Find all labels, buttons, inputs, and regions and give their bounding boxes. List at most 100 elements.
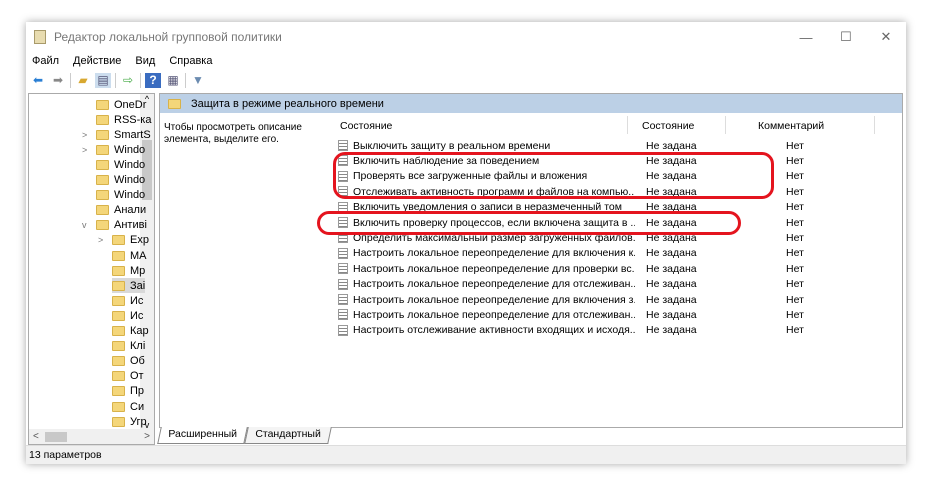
menu-help[interactable]: Справка	[169, 55, 212, 67]
maximize-button[interactable]: ☐	[826, 22, 866, 52]
folder-icon	[112, 326, 125, 336]
policy-setting-icon	[338, 247, 348, 259]
policy-comment: Нет	[786, 201, 804, 214]
folder-icon	[96, 159, 109, 170]
back-icon[interactable]: ⬅	[30, 73, 46, 88]
tree-item[interactable]: OneDr	[96, 97, 146, 112]
policy-setting-icon	[338, 309, 348, 321]
tree-item[interactable]: Антиві v	[82, 218, 147, 233]
up-folder-icon[interactable]: ▰	[75, 73, 91, 88]
policy-comment: Нет	[786, 185, 804, 198]
show-hide-tree-icon[interactable]: ▤	[95, 72, 111, 88]
policy-state: Не задана	[646, 308, 697, 321]
policy-row[interactable]: Настроить отслеживание активности входящ…	[338, 323, 898, 338]
tree-item-label: Ис	[130, 309, 144, 322]
policy-name: Настроить локальное переопределение для …	[353, 308, 635, 321]
help-icon[interactable]: ?	[145, 72, 161, 88]
tree-item[interactable]: Об	[112, 354, 145, 369]
menu-action[interactable]: Действие	[73, 55, 121, 67]
expand-toggle-icon[interactable]: >	[82, 145, 87, 155]
menu-view[interactable]: Вид	[135, 55, 155, 67]
tree-item[interactable]: Windo	[96, 188, 145, 203]
policy-row[interactable]: Выключить защиту в реальном времени Не за…	[338, 138, 898, 153]
folder-icon	[112, 386, 125, 397]
extended-view-icon[interactable]: ▦	[165, 73, 181, 88]
tree-item[interactable]: MA	[112, 248, 147, 263]
close-button[interactable]: ✕	[866, 22, 906, 52]
expand-toggle-icon[interactable]: >	[82, 130, 87, 140]
policy-row[interactable]: Настроить локальное переопределение для …	[338, 307, 898, 322]
policy-list-pane: Защита в режиме реального времени Чтобы …	[159, 93, 903, 428]
minimize-button[interactable]: —	[786, 22, 826, 52]
tree-item[interactable]: Exp >	[98, 233, 149, 248]
policy-state: Не задана	[646, 278, 697, 291]
tab-extended[interactable]: Расширенный	[157, 427, 248, 444]
expand-toggle-icon[interactable]: >	[98, 235, 103, 245]
tree-item[interactable]: Windo	[96, 157, 145, 172]
policy-setting-icon	[338, 294, 348, 305]
column-header-state[interactable]: Состояние	[642, 120, 694, 132]
policy-comment: Нет	[786, 231, 804, 244]
tree-item[interactable]: Windo >	[82, 142, 146, 157]
policy-row[interactable]: Настроить локальное переопределение для …	[338, 277, 898, 292]
filter-icon[interactable]: ▼	[190, 73, 206, 88]
policy-row[interactable]: Настроить локальное переопределение для …	[338, 261, 898, 276]
menu-file[interactable]: Файл	[32, 55, 59, 67]
tree-item[interactable]: Ис	[112, 308, 143, 323]
column-header-name[interactable]: Состояние	[340, 120, 392, 132]
policy-row[interactable]: Настроить локальное переопределение для …	[338, 246, 898, 261]
column-header-comment[interactable]: Комментарий	[758, 120, 824, 132]
toolbar: ⬅ ➡ ▰ ▤ ⇨ ? ▦ ▼	[26, 70, 906, 90]
tree-item[interactable]: Заі	[112, 278, 146, 294]
tree-item[interactable]: Ис	[112, 293, 143, 308]
policy-state: Не задана	[646, 247, 697, 260]
tree-item[interactable]: Пр	[112, 384, 144, 399]
policy-comment: Нет	[786, 139, 804, 152]
tree-item[interactable]: Клі	[112, 339, 145, 354]
policy-name: Настроить отслеживание активности входящ…	[353, 324, 635, 337]
tree-item[interactable]: RSS-ка	[96, 112, 151, 127]
policy-setting-icon	[338, 324, 348, 336]
tree-item-label: OneDr	[114, 98, 147, 111]
tree-item-label: Windo	[114, 143, 146, 156]
description-text: Чтобы просмотреть описание элемента, выд…	[164, 122, 302, 145]
folder-icon	[112, 416, 125, 427]
policy-setting-icon	[338, 263, 348, 275]
tree-item-label: Windo	[114, 189, 146, 202]
folder-icon	[96, 129, 109, 140]
tree-item[interactable]: Си	[112, 399, 144, 414]
tree-item[interactable]: Кар	[112, 324, 149, 339]
policy-name: Настроить локальное переопределение для …	[353, 278, 635, 291]
tree-item-label: Угр	[130, 415, 147, 428]
policy-comment: Нет	[786, 247, 804, 260]
policy-row[interactable]: Настроить локальное переопределение для …	[338, 292, 898, 307]
highlight-ellipse-2	[317, 211, 741, 235]
policy-name: Настроить локальное переопределение для …	[353, 262, 635, 275]
tree-item[interactable]: Mp	[112, 263, 145, 278]
tab-standard[interactable]: Стандартный	[243, 427, 332, 444]
folder-icon	[96, 190, 109, 201]
tree-item[interactable]: От	[112, 369, 144, 384]
tree-item-label: От	[130, 370, 144, 383]
export-list-icon[interactable]: ⇨	[120, 73, 136, 88]
tree-horizontal-scrollbar[interactable]: < >	[29, 429, 154, 444]
forward-icon[interactable]: ➡	[50, 73, 66, 88]
folder-header-title: Защита в режиме реального времени	[191, 97, 384, 110]
folder-icon	[112, 356, 125, 367]
policy-comment: Нет	[786, 278, 804, 291]
policy-state: Не задана	[646, 139, 697, 152]
tree-item-label: Ис	[130, 294, 144, 307]
folder-icon	[112, 295, 125, 306]
tree-item[interactable]: Угр	[112, 414, 147, 429]
group-policy-editor-window: Редактор локальной групповой политики — …	[26, 22, 906, 464]
tree-item[interactable]: Windo	[96, 173, 145, 188]
title-bar: Редактор локальной групповой политики	[26, 22, 906, 52]
tree-item-label: RSS-ка	[114, 113, 152, 126]
status-text: 13 параметров	[29, 449, 102, 461]
folder-icon	[96, 175, 109, 185]
tree-item[interactable]: Анали	[96, 203, 146, 218]
tree-item-label: Заі	[130, 279, 146, 292]
expand-toggle-icon[interactable]: v	[82, 220, 87, 230]
policy-comment: Нет	[786, 216, 804, 229]
tree-item[interactable]: SmartS >	[82, 127, 151, 142]
